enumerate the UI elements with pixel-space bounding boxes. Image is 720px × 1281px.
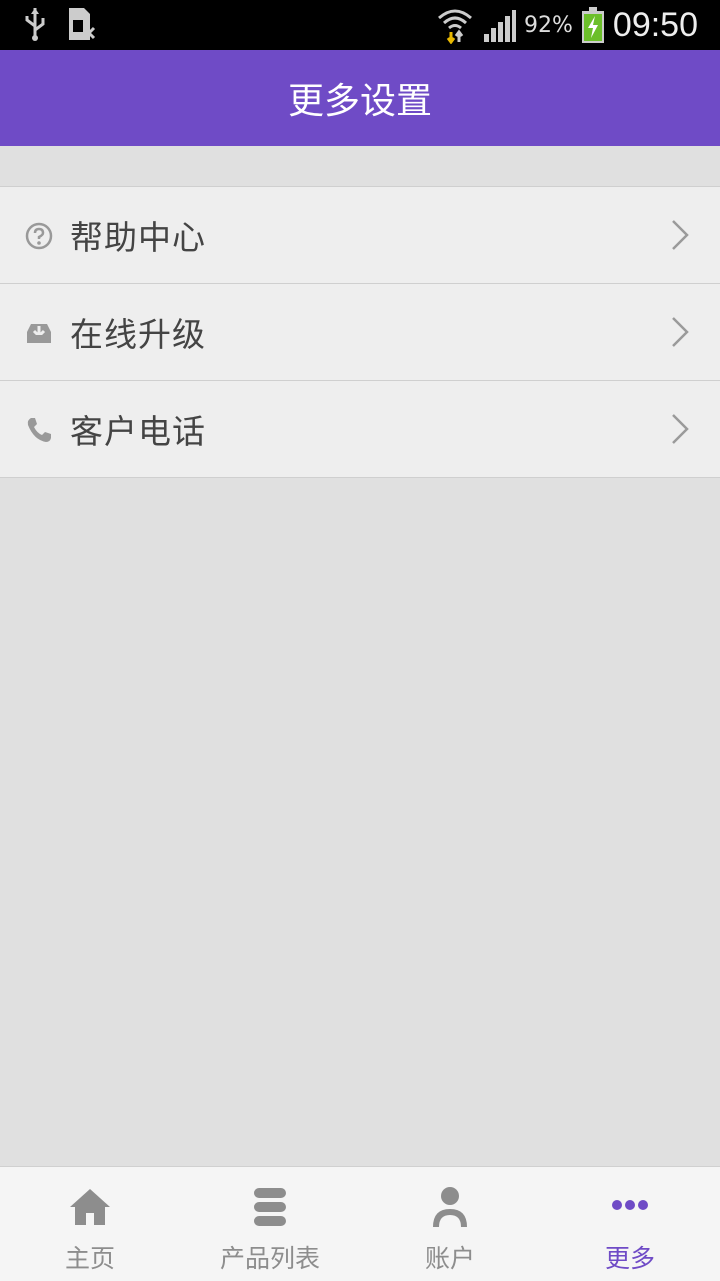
list-icon [254,1188,286,1226]
menu-item-label: 客户电话 [70,412,206,451]
tab-label: 主页 [64,1244,115,1273]
menu-item-help-center[interactable]: 帮助中心 [0,186,720,283]
tab-label: 产品列表 [219,1244,320,1273]
settings-list: 帮助中心 在线升级 客户电话 [0,186,720,478]
more-icon [612,1200,648,1210]
page-title: 更多设置 [287,81,432,122]
menu-item-customer-phone[interactable]: 客户电话 [0,380,720,478]
help-circle-icon [25,222,53,250]
no-sim-icon [69,8,96,40]
menu-item-label: 在线升级 [70,315,206,354]
home-icon [70,1189,110,1225]
phone-icon [27,418,51,442]
chevron-right-icon [672,220,689,250]
status-bar: 92% 09:50 [0,0,720,50]
chevron-right-icon [672,317,689,347]
battery-charging-icon [581,7,604,43]
bottom-tab-bar: 主页 产品列表 账户 更多 [0,1166,720,1281]
tab-more[interactable]: 更多 [540,1167,720,1281]
tab-label: 账户 [424,1244,475,1273]
menu-item-online-upgrade[interactable]: 在线升级 [0,283,720,380]
chevron-right-icon [672,414,689,444]
signal-icon [484,10,516,42]
clock: 09:50 [612,5,698,44]
tab-home[interactable]: 主页 [0,1167,180,1281]
tab-label: 更多 [604,1244,655,1273]
user-icon [433,1187,467,1227]
wifi-icon [438,9,472,44]
battery-percent: 92% [524,12,573,38]
tab-account[interactable]: 账户 [360,1167,540,1281]
menu-item-label: 帮助中心 [70,218,206,257]
download-tray-icon [27,324,51,343]
title-bar: 更多设置 [0,50,720,146]
tab-product-list[interactable]: 产品列表 [180,1167,360,1281]
usb-icon [25,8,45,41]
